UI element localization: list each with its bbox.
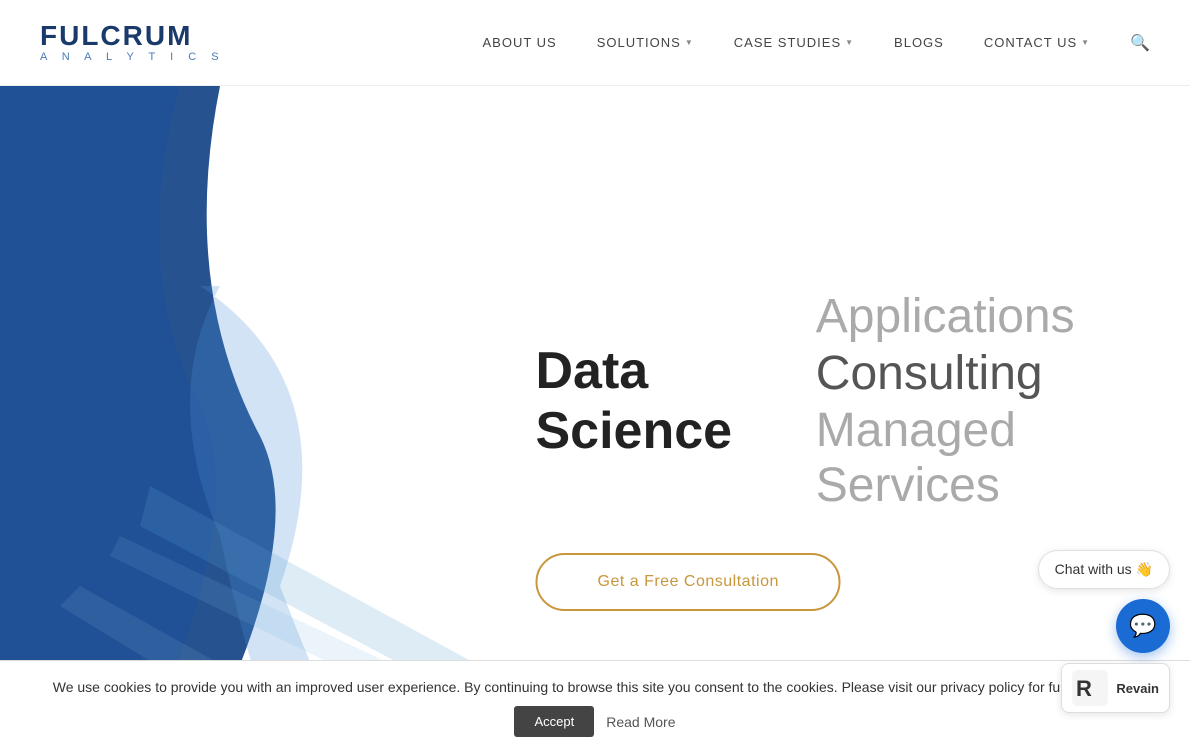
logo-analytics: A N A L Y T I C S	[40, 52, 225, 63]
search-icon[interactable]: 🔍	[1130, 35, 1150, 52]
chat-widget: Chat with us 👋 💬	[1038, 550, 1170, 653]
nav-solutions-link[interactable]: SOLUTIONS ▼	[597, 35, 694, 50]
nav-case-studies-link[interactable]: CASE STUDIES ▼	[734, 35, 854, 50]
hero-applications-text: Applications	[816, 289, 1131, 344]
nav-blogs[interactable]: BLOGS	[894, 34, 944, 52]
nav-about[interactable]: ABOUT US	[483, 34, 557, 52]
nav-case-studies[interactable]: CASE STUDIES ▼	[734, 35, 854, 50]
read-more-link[interactable]: Read More	[606, 714, 675, 730]
revain-label: Revain	[1116, 681, 1159, 696]
chat-icon: 💬	[1129, 613, 1156, 639]
navbar: FULCRUM A N A L Y T I C S ABOUT US SOLUT…	[0, 0, 1190, 86]
hero-section: Data Science Applications Consulting Man…	[0, 86, 1190, 753]
hero-data-science-text: Data Science	[536, 341, 792, 461]
revain-widget[interactable]: R Revain	[1061, 663, 1170, 713]
chat-bubble: Chat with us 👋	[1038, 550, 1170, 589]
cookie-actions: Accept Read More	[20, 706, 1170, 737]
hero-background-svg	[0, 86, 480, 753]
hero-headline-group: Data Science Applications Consulting Man…	[536, 289, 1131, 513]
nav-links: ABOUT US SOLUTIONS ▼ CASE STUDIES ▼ BLOG…	[483, 33, 1151, 53]
contact-dropdown-icon: ▼	[1081, 38, 1090, 47]
nav-solutions[interactable]: SOLUTIONS ▼	[597, 35, 694, 50]
nav-about-link[interactable]: ABOUT US	[483, 35, 557, 50]
nav-blogs-link[interactable]: BLOGS	[894, 35, 944, 50]
nav-contact-link[interactable]: CONTACT US ▼	[984, 35, 1090, 50]
cookie-banner: We use cookies to provide you with an im…	[0, 660, 1190, 753]
cookie-text: We use cookies to provide you with an im…	[20, 677, 1170, 698]
accept-button[interactable]: Accept	[514, 706, 594, 737]
logo[interactable]: FULCRUM A N A L Y T I C S	[40, 22, 225, 63]
hero-managed-text: Managed Services	[816, 403, 1131, 513]
consultation-button[interactable]: Get a Free Consultation	[536, 553, 841, 611]
revain-logo-icon: R	[1072, 670, 1108, 706]
svg-text:R: R	[1076, 676, 1092, 701]
hero-right-words: Applications Consulting Managed Services	[816, 289, 1131, 513]
solutions-dropdown-icon: ▼	[685, 38, 694, 47]
case-studies-dropdown-icon: ▼	[845, 38, 854, 47]
hero-consulting-text: Consulting	[816, 346, 1131, 401]
nav-contact[interactable]: CONTACT US ▼	[984, 35, 1090, 50]
nav-search[interactable]: 🔍	[1130, 33, 1150, 53]
logo-fulcrum: FULCRUM	[40, 22, 225, 50]
chat-button[interactable]: 💬	[1116, 599, 1170, 653]
